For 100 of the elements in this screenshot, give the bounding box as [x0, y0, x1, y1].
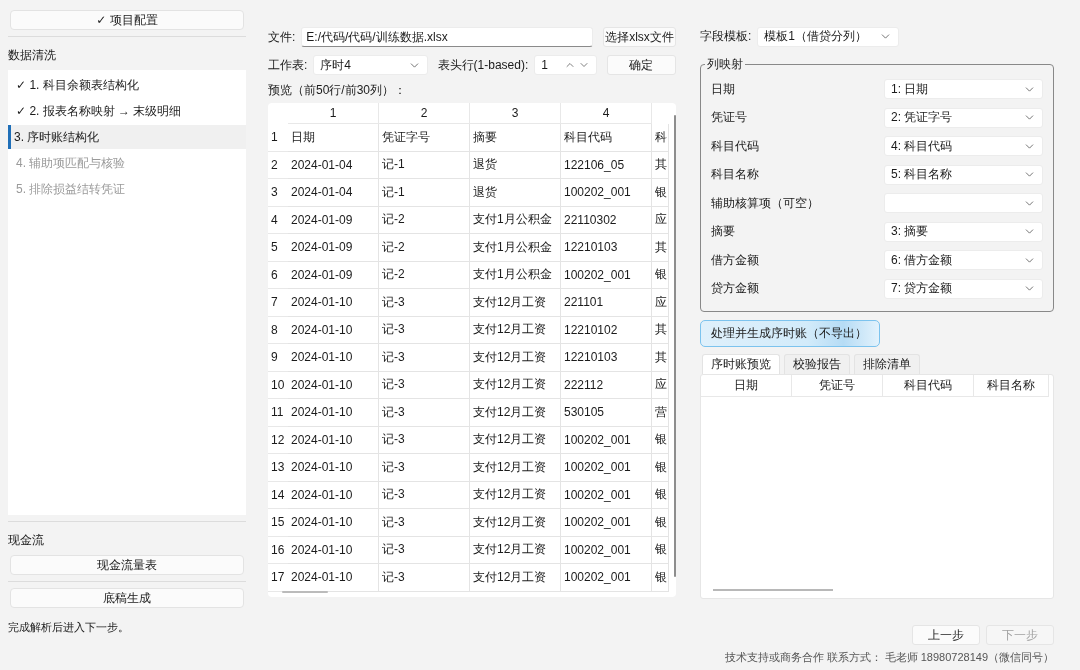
table-cell: 2024-01-10: [288, 426, 379, 454]
row-number: 16: [268, 536, 288, 564]
column-dropdown[interactable]: 7: 贷方金额: [884, 278, 1043, 299]
sheet-label: 工作表:: [268, 56, 308, 74]
table-cell: 记-3: [379, 399, 470, 427]
scrollbar[interactable]: [282, 591, 328, 593]
scrollbar[interactable]: [674, 115, 676, 577]
cash-flow-button[interactable]: 现金流量表: [10, 555, 244, 575]
row-number: 4: [268, 206, 288, 234]
status-text: 完成解析后进入下一步。: [8, 620, 130, 635]
table-cell: 100202_001: [561, 261, 652, 289]
column-dropdown[interactable]: 3: 摘要: [884, 221, 1043, 242]
table-cell: 记-1: [379, 179, 470, 207]
table-cell: 2024-01-04: [288, 179, 379, 207]
section-title: 现金流: [8, 532, 45, 549]
row-number: 14: [268, 481, 288, 509]
tab[interactable]: 序时账预览: [702, 353, 780, 374]
row-number: 11: [268, 399, 288, 427]
file-path-field[interactable]: E:/代码/代码/训练数据.xlsx: [301, 27, 594, 47]
table-cell: 12210102: [561, 316, 652, 344]
header-row-spinbox[interactable]: 1: [534, 55, 597, 75]
browse-button[interactable]: 选择xlsx文件: [603, 27, 676, 47]
table-cell: 支付12月工资: [470, 289, 561, 317]
table-cell: 退货: [470, 151, 561, 179]
column-dropdown[interactable]: 1: 日期: [884, 79, 1043, 100]
table-cell: 支付12月工资: [470, 344, 561, 372]
table-cell: 100202_001: [561, 426, 652, 454]
column-dropdown[interactable]: [884, 193, 1043, 214]
table-cell: 银: [652, 564, 669, 592]
process-button[interactable]: 处理并生成序时账（不导出）: [700, 319, 880, 347]
project-config-button[interactable]: ✓ 项目配置: [10, 10, 244, 30]
column-header: 1: [288, 103, 379, 124]
header-row-label: 表头行(1-based):: [437, 56, 529, 74]
row-number: 2: [268, 151, 288, 179]
sheet-dropdown[interactable]: 序时4: [313, 55, 428, 75]
table-cell: 100202_001: [561, 564, 652, 592]
table-cell: 100202_001: [561, 536, 652, 564]
previous-button[interactable]: 上一步: [912, 625, 980, 645]
table-cell: 记-3: [379, 289, 470, 317]
table-cell: 100202_001: [561, 454, 652, 482]
table-cell: 其: [652, 316, 669, 344]
table-cell: 摘要: [470, 124, 561, 152]
table-cell: 支付12月工资: [470, 536, 561, 564]
template-dropdown[interactable]: 模板1（借贷分列）: [757, 26, 900, 47]
field-label: 摘要: [711, 223, 735, 241]
table-cell: 应: [652, 289, 669, 317]
row-number: 1: [268, 124, 288, 152]
table-cell: 银: [652, 509, 669, 537]
column-header: 3: [470, 103, 561, 124]
column-dropdown[interactable]: 4: 科目代码: [884, 136, 1043, 157]
table-cell: 100202_001: [561, 481, 652, 509]
table-cell: 科: [652, 124, 669, 152]
row-number: 10: [268, 371, 288, 399]
table-cell: 2024-01-09: [288, 234, 379, 262]
tab[interactable]: 校验报告: [784, 353, 850, 374]
column-dropdown[interactable]: 5: 科目名称: [884, 164, 1043, 185]
table-cell: 122106_05: [561, 151, 652, 179]
table-cell: 记-3: [379, 371, 470, 399]
field-label: 辅助核算项（可空）: [711, 194, 819, 212]
row-number: 6: [268, 261, 288, 289]
table-cell: 2024-01-10: [288, 481, 379, 509]
row-number: 3: [268, 179, 288, 207]
confirm-button[interactable]: 确定: [606, 55, 676, 75]
table-cell: 2024-01-10: [288, 509, 379, 537]
table-cell: 记-2: [379, 261, 470, 289]
table-cell: 221101: [561, 289, 652, 317]
column-header: 凭证号: [792, 374, 883, 397]
field-label: 凭证号: [711, 109, 747, 127]
table-cell: 支付12月工资: [470, 316, 561, 344]
field-label: 科目名称: [711, 166, 759, 184]
file-label: 文件:: [268, 28, 296, 46]
table-cell: 支付12月工资: [470, 454, 561, 482]
field-label: 借方金额: [711, 251, 759, 269]
draft-button[interactable]: 底稿生成: [10, 588, 244, 608]
table-cell: 22110302: [561, 206, 652, 234]
step-item[interactable]: ✓ 1. 科目余额表结构化: [8, 73, 246, 97]
table-cell: 支付12月工资: [470, 371, 561, 399]
row-number: 8: [268, 316, 288, 344]
table-cell: 记-2: [379, 206, 470, 234]
table-cell: 2024-01-04: [288, 151, 379, 179]
scrollbar[interactable]: [713, 589, 833, 591]
table-cell: 2024-01-10: [288, 289, 379, 317]
table-cell: 记-3: [379, 564, 470, 592]
footer-text: 技术支持或商务合作 联系方式： 毛老师 18980728149（微信同号）: [724, 650, 1054, 665]
table-cell: 记-1: [379, 151, 470, 179]
table-cell: 2024-01-09: [288, 261, 379, 289]
column-dropdown[interactable]: 6: 借方金额: [884, 250, 1043, 271]
table-cell: 100202_001: [561, 509, 652, 537]
column-header: 4: [561, 103, 652, 124]
column-dropdown[interactable]: 2: 凭证字号: [884, 107, 1043, 128]
table-cell: 12210103: [561, 344, 652, 372]
tab[interactable]: 排除清单: [854, 353, 920, 374]
step-item[interactable]: 3. 序时账结构化: [8, 125, 246, 149]
column-header: 科目代码: [883, 374, 974, 397]
table-cell: 其: [652, 234, 669, 262]
step-item[interactable]: ✓ 2. 报表名称映射 → 末级明细: [8, 99, 246, 123]
row-number: 12: [268, 426, 288, 454]
table-cell: 2024-01-10: [288, 316, 379, 344]
row-number: 15: [268, 509, 288, 537]
table-cell: 2024-01-10: [288, 454, 379, 482]
